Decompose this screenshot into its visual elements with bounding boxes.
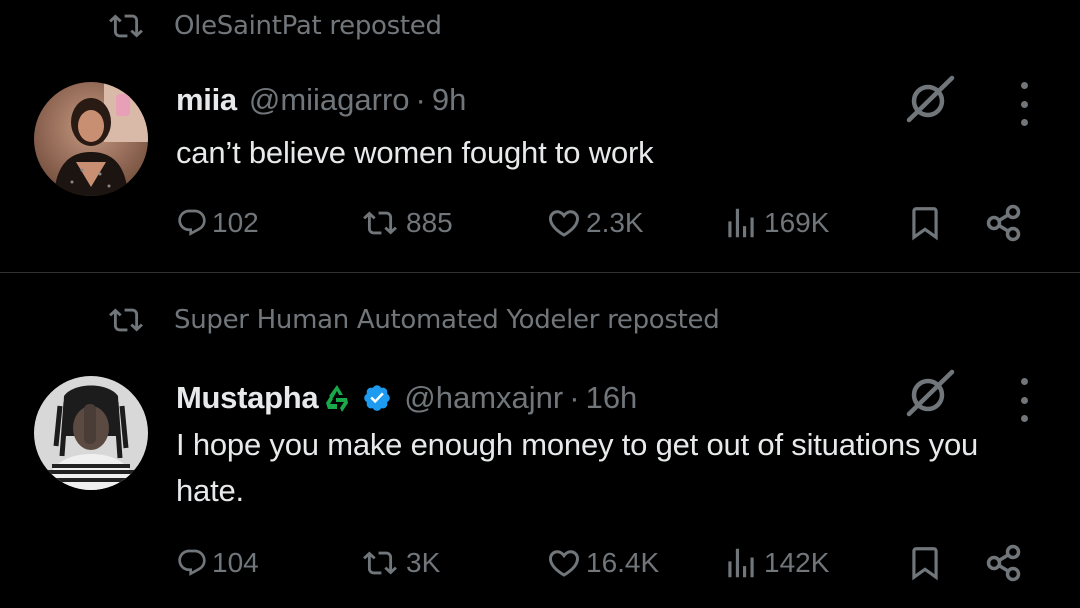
avatar[interactable] xyxy=(34,82,148,196)
repost-icon xyxy=(363,551,397,575)
like-button[interactable]: 2.3K xyxy=(546,198,644,248)
grok-icon[interactable] xyxy=(904,368,956,420)
post-text: I hope you make enough money to get out … xyxy=(176,427,979,508)
bookmark-button[interactable] xyxy=(906,538,944,588)
post-text: can’t believe women fought to work xyxy=(176,135,654,170)
share-icon xyxy=(986,544,1021,582)
repost-count: 885 xyxy=(406,207,453,238)
repost-icon xyxy=(109,308,143,332)
author-handle[interactable]: @hamxajnr xyxy=(404,380,563,416)
bookmark-icon xyxy=(912,547,938,581)
post-1[interactable]: OleSaintPat reposted miia @miiagarro · 9… xyxy=(0,0,1080,273)
author-handle[interactable]: @miiagarro xyxy=(249,82,410,118)
author-name[interactable]: Mustapha xyxy=(176,380,319,416)
verified-badge-icon[interactable] xyxy=(362,383,392,413)
more-icon[interactable] xyxy=(1010,82,1038,126)
repost-indicator: OleSaintPat reposted xyxy=(104,6,442,46)
repost-icon xyxy=(109,14,143,38)
repost-button[interactable]: 3K xyxy=(358,538,440,588)
repost-count: 3K xyxy=(406,547,441,578)
like-button[interactable]: 16.4K xyxy=(546,538,659,588)
grok-icon[interactable] xyxy=(904,74,956,126)
like-icon xyxy=(548,210,580,237)
action-bar: 102 885 2.3K 169K xyxy=(0,198,1080,248)
separator-dot: · xyxy=(569,380,580,415)
like-icon xyxy=(548,550,580,577)
views-count: 169K xyxy=(764,207,830,238)
author-name[interactable]: miia xyxy=(176,82,237,118)
post-time[interactable]: 16h xyxy=(586,380,638,416)
reply-icon xyxy=(178,209,206,236)
action-bar: 104 3K 16.4K 142K xyxy=(0,538,1080,588)
views-button[interactable]: 169K xyxy=(722,198,829,248)
post-2[interactable]: Super Human Automated Yodeler reposted M… xyxy=(0,274,1080,608)
like-count: 2.3K xyxy=(586,207,644,238)
views-icon xyxy=(728,548,754,578)
reply-icon xyxy=(178,549,206,576)
post-time[interactable]: 9h xyxy=(432,82,466,118)
repost-button[interactable]: 885 xyxy=(358,198,453,248)
reply-button[interactable]: 102 xyxy=(176,198,259,248)
views-icon xyxy=(728,208,754,238)
views-count: 142K xyxy=(764,547,830,578)
post-divider xyxy=(0,272,1080,273)
repost-indicator: Super Human Automated Yodeler reposted xyxy=(104,300,720,340)
repost-label[interactable]: Super Human Automated Yodeler reposted xyxy=(174,305,720,335)
share-icon xyxy=(986,204,1021,242)
reply-button[interactable]: 104 xyxy=(176,538,259,588)
reply-count: 104 xyxy=(212,547,259,578)
post-header: miia @miiagarro · 9h xyxy=(176,80,466,120)
recycle-emoji-icon xyxy=(320,381,354,415)
more-icon[interactable] xyxy=(1010,378,1038,422)
like-count: 16.4K xyxy=(586,547,660,578)
bookmark-icon xyxy=(912,207,938,241)
separator-dot: · xyxy=(415,82,426,117)
repost-icon xyxy=(363,211,397,235)
share-button[interactable] xyxy=(984,538,1024,588)
avatar[interactable] xyxy=(34,376,148,490)
repost-label[interactable]: OleSaintPat reposted xyxy=(174,11,442,41)
reply-count: 102 xyxy=(212,207,259,238)
post-header: Mustapha @hamxajnr · 16h xyxy=(176,378,637,418)
share-button[interactable] xyxy=(984,198,1024,248)
views-button[interactable]: 142K xyxy=(722,538,829,588)
bookmark-button[interactable] xyxy=(906,198,944,248)
